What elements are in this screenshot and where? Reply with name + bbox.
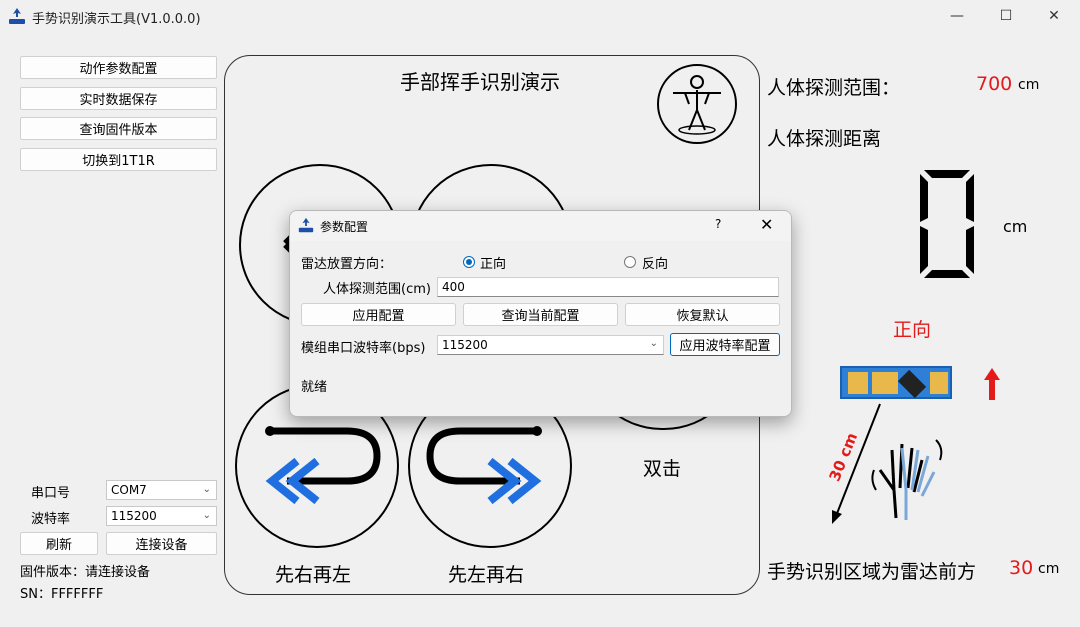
apply-baud-button[interactable]: 应用波特率配置 (670, 333, 780, 356)
distance-unit: cm (1003, 217, 1028, 236)
dialog-status: 就绪 (301, 380, 328, 395)
dialog-close-button[interactable]: ✕ (760, 215, 773, 234)
range-input[interactable]: 400 (437, 277, 779, 297)
connect-device-button[interactable]: 连接设备 (106, 532, 217, 555)
port-value: COM7 (111, 483, 147, 497)
action-params-button[interactable]: 动作参数配置 (20, 56, 217, 79)
port-select[interactable]: COM7 ⌄ (106, 480, 217, 500)
dialog-title-bar: 参数配置 ? ✕ (290, 211, 791, 241)
apply-config-button[interactable]: 应用配置 (301, 303, 456, 326)
maximize-button[interactable]: ☐ (983, 4, 1029, 28)
range-value: 700 (976, 73, 1013, 95)
dialog-title: 参数配置 (320, 220, 369, 234)
radio-reverse[interactable] (624, 256, 636, 268)
save-realtime-data-button[interactable]: 实时数据保存 (20, 87, 217, 110)
title-bar: 手势识别演示工具(V1.0.0.0) — ☐ ✕ (0, 0, 1080, 32)
distance-label: 人体探测距离 (767, 128, 882, 150)
chevron-down-icon: ⌄ (202, 484, 211, 495)
gesture-label-left-right: 先左再右 (448, 564, 525, 586)
chevron-down-icon: ⌄ (202, 510, 211, 521)
window-title: 手势识别演示工具(V1.0.0.0) (32, 12, 201, 27)
baud-label: 波特率 (31, 512, 71, 527)
baud-rate-value: 115200 (442, 338, 488, 352)
gesture-label-right-left: 先右再左 (275, 564, 352, 586)
dialog-help-button[interactable]: ? (715, 217, 721, 231)
app-logo-icon (298, 217, 314, 233)
waving-hand-icon (871, 439, 943, 520)
close-button[interactable]: ✕ (1031, 4, 1077, 28)
baud-field-label: 模组串口波特率(bps) (301, 341, 426, 356)
option-forward-label: 正向 (480, 257, 507, 272)
gesture-label-double-tap: 双击 (643, 458, 682, 480)
baud-value: 115200 (111, 509, 157, 523)
restore-default-button[interactable]: 恢复默认 (625, 303, 780, 326)
range-label: 人体探测范围： (767, 77, 901, 99)
option-reverse-label: 反向 (642, 257, 669, 272)
range-field-label: 人体探测范围(cm) (323, 282, 431, 297)
app-logo-icon (9, 8, 25, 24)
switch-1t1r-button[interactable]: 切换到1T1R (20, 148, 217, 171)
param-config-dialog: 参数配置 ? ✕ 雷达放置方向： 正向 反向 人体探测范围(cm) 400 应用… (289, 210, 792, 417)
radar-module-image (840, 366, 952, 399)
minimize-button[interactable]: — (934, 4, 980, 28)
range-unit: cm (1018, 77, 1040, 93)
baud-select[interactable]: 115200 ⌄ (106, 506, 217, 526)
sn-text: SN：FFFFFFF (20, 587, 104, 602)
arrow-up-icon (984, 368, 1000, 400)
demo-title: 手部挥手识别演示 (400, 70, 560, 94)
person-presence-icon (657, 64, 737, 144)
region-value: 30 (1009, 557, 1034, 579)
chevron-down-icon: ⌄ (649, 338, 658, 349)
query-config-button[interactable]: 查询当前配置 (463, 303, 618, 326)
region-label: 手势识别区域为雷达前方 (767, 561, 977, 583)
region-unit: cm (1038, 561, 1060, 577)
orientation-label: 雷达放置方向： (301, 257, 393, 272)
direction-text: 正向 (893, 319, 932, 341)
firmware-version-text: 固件版本：请连接设备 (20, 565, 151, 580)
query-firmware-button[interactable]: 查询固件版本 (20, 117, 217, 140)
port-label: 串口号 (31, 486, 71, 501)
refresh-button[interactable]: 刷新 (20, 532, 98, 555)
radio-forward[interactable] (463, 256, 475, 268)
distance-seven-segment-display: 0 (918, 168, 976, 280)
baud-rate-select[interactable]: 115200 ⌄ (437, 335, 664, 355)
